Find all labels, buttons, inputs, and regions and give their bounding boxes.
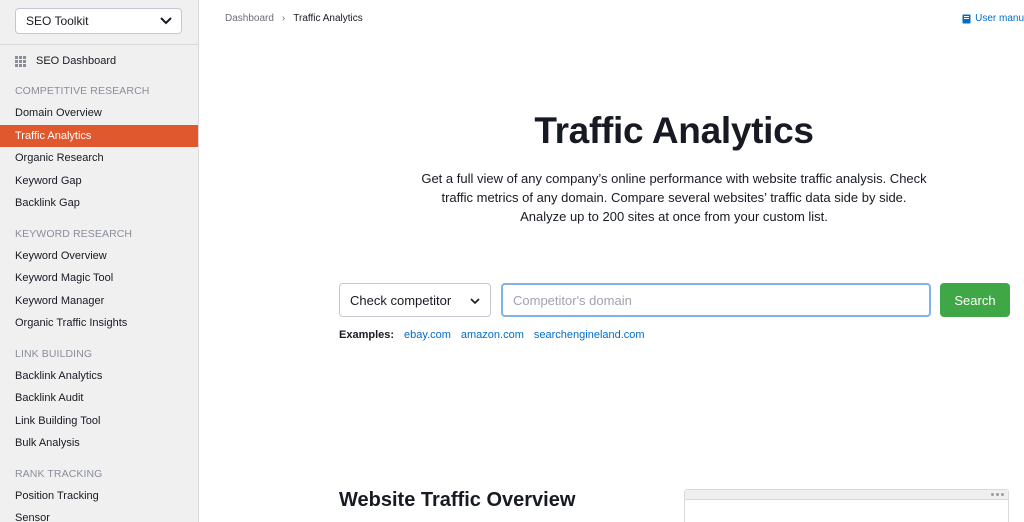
examples-label: Examples: [339, 329, 395, 341]
sidebar-item-keyword-manager[interactable]: Keyword Manager [0, 290, 198, 313]
user-manual-label: User manu [975, 13, 1024, 24]
sidebar-divider [0, 44, 198, 45]
chevron-right-icon: › [281, 13, 286, 24]
dot-icon [991, 493, 994, 496]
competitor-mode-select[interactable]: Check competitor [339, 283, 491, 317]
nav-section-link-building: LINK BUILDING [15, 347, 93, 360]
sidebar-item-backlink-audit[interactable]: Backlink Audit [0, 387, 198, 410]
sidebar-item-organic-traffic-insights[interactable]: Organic Traffic Insights [0, 312, 198, 335]
competitor-domain-input[interactable] [501, 283, 931, 317]
sidebar-item-backlink-analytics[interactable]: Backlink Analytics [0, 365, 198, 388]
sidebar-item-backlink-gap[interactable]: Backlink Gap [0, 192, 198, 215]
toolkit-select-label: SEO Toolkit [26, 14, 89, 28]
preview-card [684, 489, 1009, 522]
nav-section-competitive-research: COMPETITIVE RESEARCH [15, 85, 150, 97]
breadcrumb-dashboard-link[interactable]: Dashboard [225, 13, 274, 24]
sidebar-item-keyword-magic-tool[interactable]: Keyword Magic Tool [0, 267, 198, 290]
sidebar-item-sensor[interactable]: Sensor [0, 507, 198, 522]
book-icon [962, 14, 971, 24]
dot-icon [996, 493, 999, 496]
sidebar-item-link-building-tool[interactable]: Link Building Tool [0, 410, 198, 433]
breadcrumb-current: Traffic Analytics [293, 13, 363, 24]
grid-icon [15, 55, 26, 67]
preview-card-header [685, 490, 1008, 500]
user-manual-link[interactable]: User manu [962, 13, 1024, 24]
sidebar: SEO Toolkit SEO Dashboard COMPETITIVE RE… [0, 0, 199, 522]
sidebar-item-organic-research[interactable]: Organic Research [0, 147, 198, 170]
nav-section-rank-tracking: RANK TRACKING [15, 467, 103, 480]
sidebar-item-label: SEO Dashboard [36, 55, 117, 67]
example-link[interactable]: amazon.com [461, 329, 524, 341]
toolkit-select[interactable]: SEO Toolkit [15, 8, 182, 34]
section-title-website-traffic-overview: Website Traffic Overview [339, 489, 576, 511]
sidebar-item-traffic-analytics[interactable]: Traffic Analytics [0, 124, 198, 147]
breadcrumb: Dashboard › Traffic Analytics [225, 13, 363, 24]
sidebar-item-keyword-overview[interactable]: Keyword Overview [0, 245, 198, 268]
sidebar-item-keyword-gap[interactable]: Keyword Gap [0, 170, 198, 193]
sidebar-item-domain-overview[interactable]: Domain Overview [0, 102, 198, 125]
sidebar-nav: COMPETITIVE RESEARCH Domain Overview Tra… [0, 80, 198, 522]
chevron-down-icon [159, 14, 173, 28]
sidebar-item-bulk-analysis[interactable]: Bulk Analysis [0, 432, 198, 455]
example-link[interactable]: searchengineland.com [534, 329, 645, 341]
nav-section-keyword-research: KEYWORD RESEARCH [15, 227, 133, 240]
sidebar-item-position-tracking[interactable]: Position Tracking [0, 485, 198, 508]
page-title: Traffic Analytics [534, 110, 814, 151]
examples-row: Examples: ebay.com amazon.com searchengi… [339, 329, 655, 341]
chevron-down-icon [470, 293, 480, 308]
dot-icon [1001, 493, 1004, 496]
competitor-mode-label: Check competitor [350, 292, 452, 308]
search-button[interactable]: Search [940, 283, 1010, 317]
example-link[interactable]: ebay.com [404, 329, 451, 341]
page-description: Get a full view of any company’s online … [421, 171, 927, 224]
sidebar-item-seo-dashboard[interactable]: SEO Dashboard [15, 53, 116, 69]
